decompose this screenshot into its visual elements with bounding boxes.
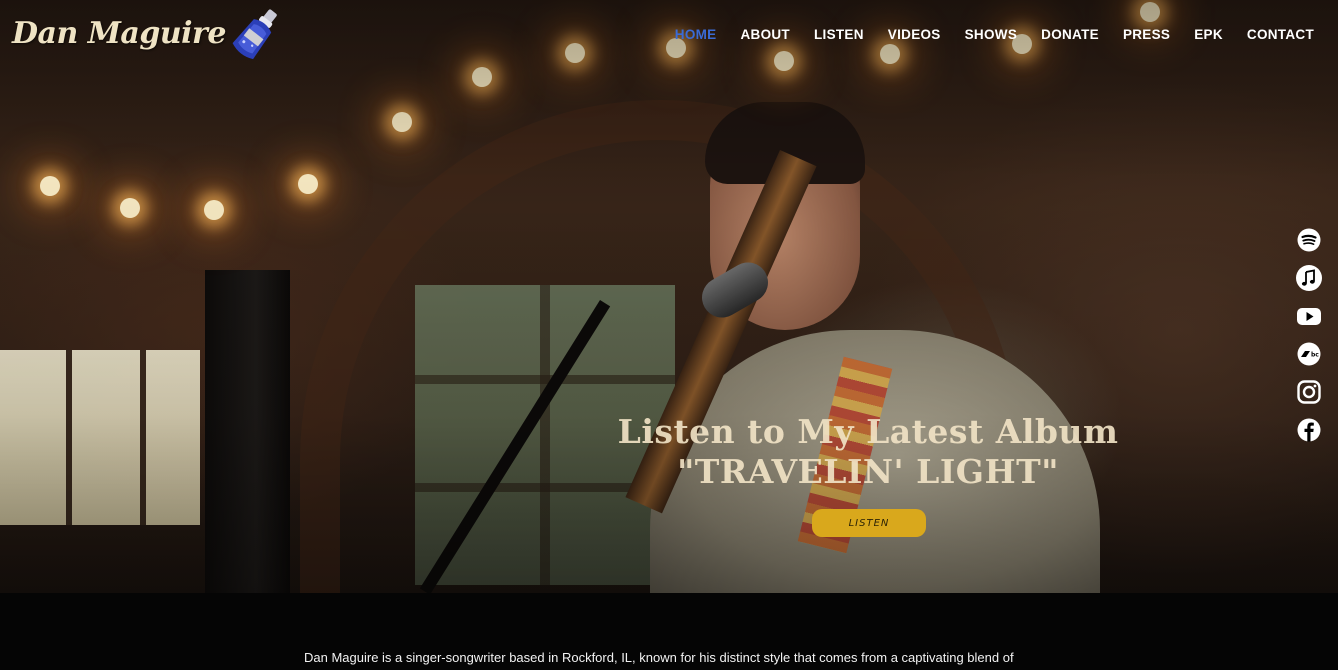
hero-title-line1: Listen to My Latest Album xyxy=(617,412,1119,451)
nav-press[interactable]: PRESS xyxy=(1111,25,1182,45)
hero-title-line2: "TRAVELIN' LIGHT" xyxy=(677,452,1059,491)
hero-background xyxy=(0,0,1338,593)
nav-listen[interactable]: LISTEN xyxy=(802,25,876,45)
svg-text:bc: bc xyxy=(1311,352,1319,359)
bio-text: Dan Maguire is a singer-songwriter based… xyxy=(304,650,1014,665)
nav-home[interactable]: HOME xyxy=(663,25,729,45)
nav-shows[interactable]: SHOWS xyxy=(953,25,1030,45)
site-logo[interactable]: Dan Maguire xyxy=(12,4,286,62)
social-links: bc xyxy=(1294,226,1324,444)
facebook-icon[interactable] xyxy=(1295,416,1323,444)
instagram-icon[interactable] xyxy=(1295,378,1323,406)
nav-epk[interactable]: EPK xyxy=(1182,25,1235,45)
bandcamp-icon[interactable]: bc xyxy=(1295,340,1323,368)
bio-section: Dan Maguire is a singer-songwriter based… xyxy=(0,593,1338,670)
main-nav: HOME ABOUT LISTEN VIDEOS SHOWS DONATE PR… xyxy=(663,25,1326,45)
nav-about[interactable]: ABOUT xyxy=(728,25,802,45)
nav-donate[interactable]: DONATE xyxy=(1029,25,1111,45)
youtube-icon[interactable] xyxy=(1295,302,1323,330)
hero-title: Listen to My Latest Album "TRAVELIN' LIG… xyxy=(568,412,1168,492)
listen-button[interactable]: LISTEN xyxy=(812,509,926,537)
bottle-icon xyxy=(232,9,277,60)
hero-overlay xyxy=(0,0,1338,593)
nav-contact[interactable]: CONTACT xyxy=(1235,25,1326,45)
apple-music-icon[interactable] xyxy=(1295,264,1323,292)
brand-name: Dan Maguire xyxy=(12,15,226,51)
spotify-icon[interactable] xyxy=(1295,226,1323,254)
nav-videos[interactable]: VIDEOS xyxy=(876,25,953,45)
